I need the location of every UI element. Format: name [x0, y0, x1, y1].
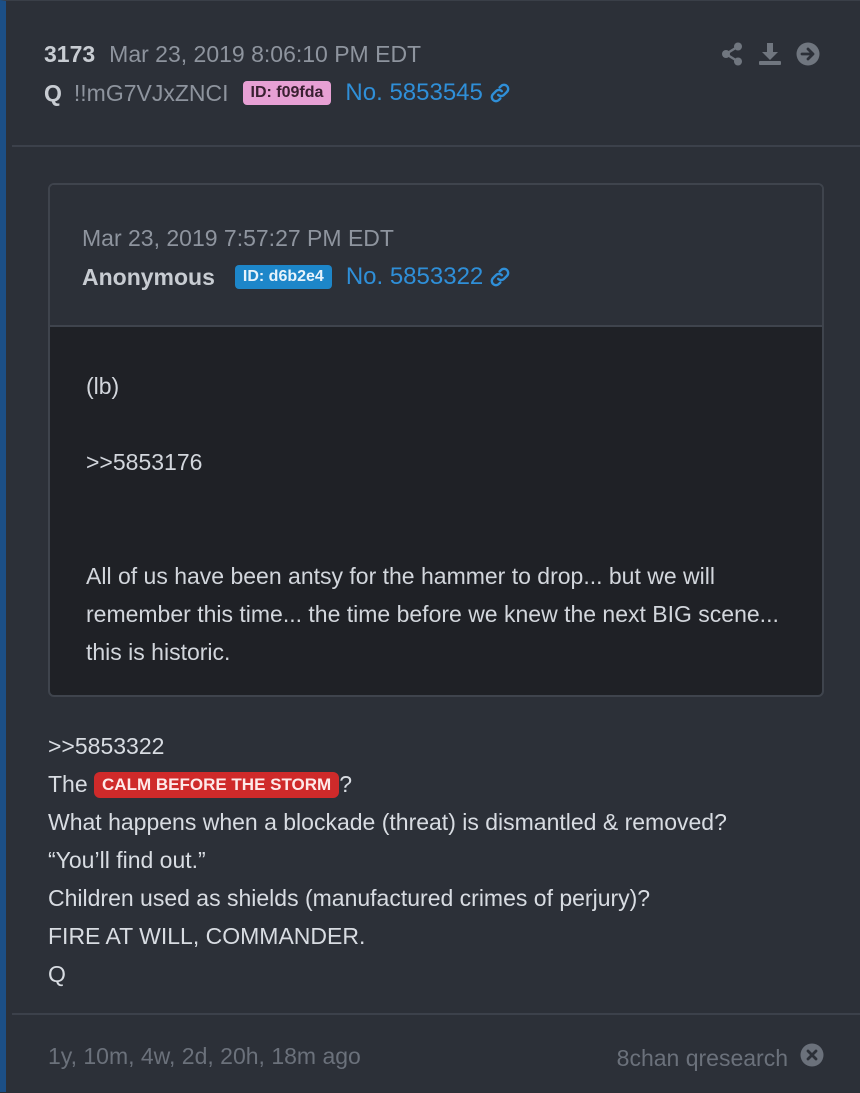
quoted-post-link-label: No. 5853322 — [345, 263, 484, 290]
reply-link[interactable]: >>5853322 — [48, 727, 828, 765]
post-tripcode: !!mG7VJxZNCI — [73, 79, 229, 106]
post-timestamp: Mar 23, 2019 8:06:10 PM EDT — [109, 41, 422, 67]
post-header: 3173 Mar 23, 2019 8:06:10 PM EDT Q !!mG7… — [12, 1, 860, 147]
link-icon — [489, 82, 511, 104]
post-author-row: Q !!mG7VJxZNCI ID: f09fda No. 5853545 — [44, 77, 511, 109]
quoted-line — [86, 481, 786, 519]
quoted-post-link[interactable]: No. 5853322 — [346, 263, 511, 291]
post-id-badge: ID: f09fda — [242, 81, 332, 105]
quoted-reply-link[interactable]: >>5853176 — [86, 443, 786, 481]
quoted-line — [86, 405, 786, 443]
arrow-circle-right-icon[interactable] — [796, 41, 820, 67]
post-card: 3173 Mar 23, 2019 8:06:10 PM EDT Q !!mG7… — [0, 0, 860, 1092]
quoted-author: Anonymous — [82, 263, 215, 290]
body-line: “You’ll find out.” — [48, 847, 206, 873]
quoted-timestamp: Mar 23, 2019 7:57:27 PM EDT — [82, 225, 394, 251]
source-label: 8chan qresearch — [616, 1044, 788, 1071]
quoted-author-row: Anonymous ID: d6b2e4 No. 5853322 — [82, 261, 511, 293]
close-circle-icon[interactable] — [800, 1043, 824, 1073]
quoted-post-body: (lb) >>5853176 All of us have been antsy… — [86, 367, 786, 671]
body-line: Children used as shields (manufactured c… — [48, 885, 651, 911]
quoted-line: (lb) — [86, 373, 120, 399]
post-number: 3173 — [44, 41, 96, 67]
body-text: ? — [339, 771, 353, 797]
highlight-tag: CALM BEFORE THE STORM — [94, 772, 340, 798]
download-icon[interactable] — [758, 41, 782, 67]
body-text: The — [48, 771, 95, 797]
quoted-line: All of us have been antsy for the hammer… — [86, 563, 779, 665]
post-meta-row: 3173 Mar 23, 2019 8:06:10 PM EDT — [44, 41, 421, 69]
post-actions — [720, 41, 820, 67]
body-line: FIRE AT WILL, COMMANDER. — [48, 923, 366, 949]
quoted-id-badge: ID: d6b2e4 — [234, 265, 332, 289]
post-footer: 1y, 10m, 4w, 2d, 20h, 18m ago 8chan qres… — [12, 1013, 860, 1093]
body-signature: Q — [48, 961, 66, 987]
link-icon — [489, 266, 511, 288]
quoted-post: Mar 23, 2019 7:57:27 PM EDT Anonymous ID… — [48, 183, 824, 697]
post-author: Q — [44, 79, 62, 106]
post-number-link[interactable]: No. 5853545 — [345, 79, 510, 107]
post-link-label: No. 5853545 — [345, 79, 483, 106]
body-line: What happens when a blockade (threat) is… — [48, 809, 727, 835]
body-line: The CALM BEFORE THE STORM? — [48, 765, 828, 803]
share-icon[interactable] — [720, 41, 744, 67]
quoted-post-header: Mar 23, 2019 7:57:27 PM EDT Anonymous ID… — [50, 185, 822, 327]
relative-time: 1y, 10m, 4w, 2d, 20h, 18m ago — [48, 1043, 361, 1069]
post-source: 8chan qresearch — [617, 1043, 824, 1073]
quoted-line — [86, 519, 786, 557]
post-body: >>5853322 The CALM BEFORE THE STORM? Wha… — [48, 727, 828, 993]
